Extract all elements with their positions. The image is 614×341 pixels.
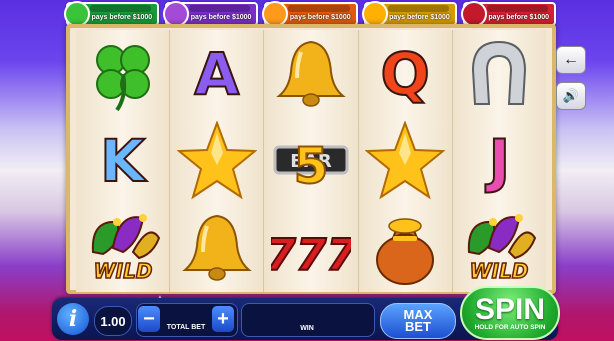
symbol-letter: Q [380,39,431,108]
spin-label: SPIN [474,292,546,326]
jackpot-value-track [189,5,251,12]
clover-icon [95,44,150,111]
bet-value: 1.00 [94,306,132,336]
svg-text:WILD: WILD [93,259,152,283]
total-bet-label: TOTAL BET [166,324,206,331]
auto-spin-hint: HOLD FOR AUTO SPIN [474,323,546,331]
back-button[interactable]: ← [556,46,586,74]
symbol-letter: K [99,126,146,195]
decrease-bet-button[interactable]: − [138,306,160,332]
reel-3: BAR 5 777 [264,30,359,292]
bell-icon [276,40,346,107]
symbol-wild: WILD [453,205,546,292]
back-arrow-icon: ← [563,51,579,68]
jackpot-bar: pays before $1000 pays before $1000 pays… [64,0,557,27]
reel-5: J WILD [452,30,547,292]
symbol-bell [264,30,357,117]
reel-frame: K WILD A BAR 5 77 Q J WILD [66,24,556,294]
symbol-k: K [76,117,169,204]
svg-text:777: 777 [271,230,351,281]
reel-4: Q [358,30,453,292]
star-icon [176,120,257,200]
star-icon [365,120,446,200]
symbol-star [170,117,263,204]
bar-5-icon: BAR 5 [273,136,349,196]
jackpot-value-track [288,5,350,12]
symbol-money-bag [359,205,452,292]
plus-icon: + [217,307,229,330]
jackpot-meter: pays before $1000 [361,1,457,27]
bell-icon [181,215,252,282]
info-icon: i [68,306,78,332]
jackpot-label: pays before $1000 [289,14,351,21]
jackpot-meter: pays before $1000 [262,1,358,27]
win-label: WIN [300,325,314,332]
jackpot-meter: pays before $1000 [163,1,259,27]
symbol-star [359,117,452,204]
sound-button[interactable]: 🔊 [556,82,586,110]
svg-text:WILD: WILD [470,259,529,283]
symbol-a: A [170,30,263,117]
symbol-horseshoe [453,30,546,117]
horseshoe-icon [472,40,527,105]
symbol-letter: A [193,39,240,108]
jackpot-label: pays before $1000 [91,14,153,21]
symbol-letter: J [488,126,512,195]
jackpot-meter: pays before $1000 [64,1,160,27]
symbol-bar-5: BAR 5 [264,117,357,204]
info-button[interactable]: i [57,303,89,335]
max-bet-label-2: BET [405,319,431,334]
speaker-icon: 🔊 [562,88,580,103]
symbol-clover [76,30,169,117]
money-bag-icon [376,218,435,286]
symbol-seven: 777 [264,205,357,292]
jackpot-label: pays before $1000 [389,14,450,21]
jackpot-label: pays before $1000 [190,14,252,21]
wild-jester-icon: WILD [91,214,160,284]
symbol-wild: WILD [76,205,169,292]
jackpot-value-track [387,5,449,12]
jackpot-value-track [90,5,152,12]
reel-2: A [170,30,265,292]
minus-icon: − [143,307,155,330]
jackpot-meter: pays before $1000 [460,1,557,27]
increase-bet-button[interactable]: + [212,306,234,332]
wild-jester-icon: WILD [468,214,537,284]
reel-grid: K WILD A BAR 5 77 Q J WILD [76,30,547,292]
spin-button[interactable]: SPIN HOLD FOR AUTO SPIN [460,286,560,340]
max-bet-button[interactable]: MAX BET [380,303,456,339]
seven-icon: 777 [271,229,351,282]
svg-text:5: 5 [294,137,329,195]
jackpot-value-track [486,5,549,12]
symbol-j: J [453,117,546,204]
jackpot-label: pays before $1000 [488,14,550,21]
symbol-q: Q [359,30,452,117]
reel-1: K WILD [76,30,171,292]
symbol-bell [170,205,263,292]
